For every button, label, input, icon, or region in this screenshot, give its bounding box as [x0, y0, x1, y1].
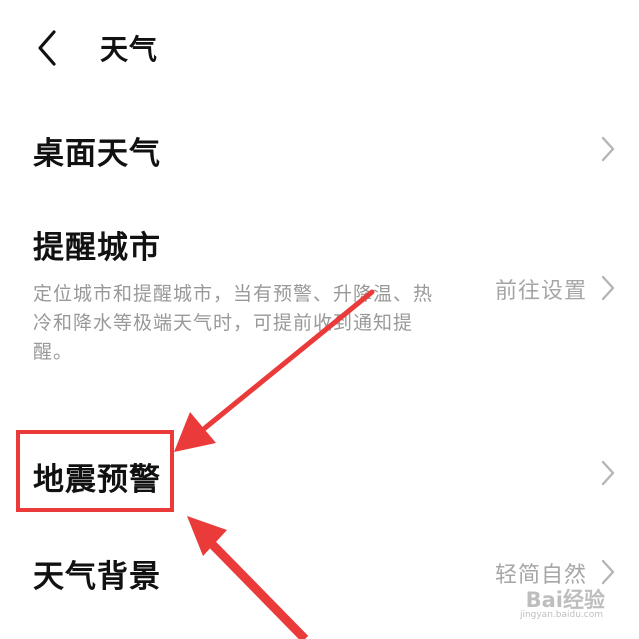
setting-row-reminder-city[interactable]: 提醒城市 定位城市和提醒城市，当有预警、升降温、热冷和降水等极端天气时，可提前收… — [0, 218, 639, 363]
back-button[interactable] — [30, 26, 70, 70]
baidu-watermark: Bai经验 jingyan.baidu.com — [479, 584, 605, 620]
watermark-url: jingyan.baidu.com — [519, 610, 603, 620]
setting-value: 前往设置 — [494, 279, 587, 304]
chevron-right-icon — [601, 460, 615, 486]
chevron-left-icon — [38, 30, 56, 66]
setting-description: 定位城市和提醒城市，当有预警、升降温、热冷和降水等极端天气时，可提前收到通知提醒… — [33, 283, 434, 363]
chevron-right-icon — [601, 136, 615, 162]
setting-label: 桌面天气 — [33, 136, 161, 172]
header: 天气 — [0, 0, 639, 100]
setting-label: 提醒城市 — [33, 230, 161, 266]
chevron-right-icon — [601, 275, 615, 301]
chevron-right-icon — [601, 559, 615, 585]
page-title: 天气 — [100, 33, 159, 66]
setting-row-desktop-weather[interactable]: 桌面天气 — [0, 120, 639, 180]
highlight-box — [16, 430, 174, 512]
setting-label: 天气背景 — [33, 559, 161, 595]
